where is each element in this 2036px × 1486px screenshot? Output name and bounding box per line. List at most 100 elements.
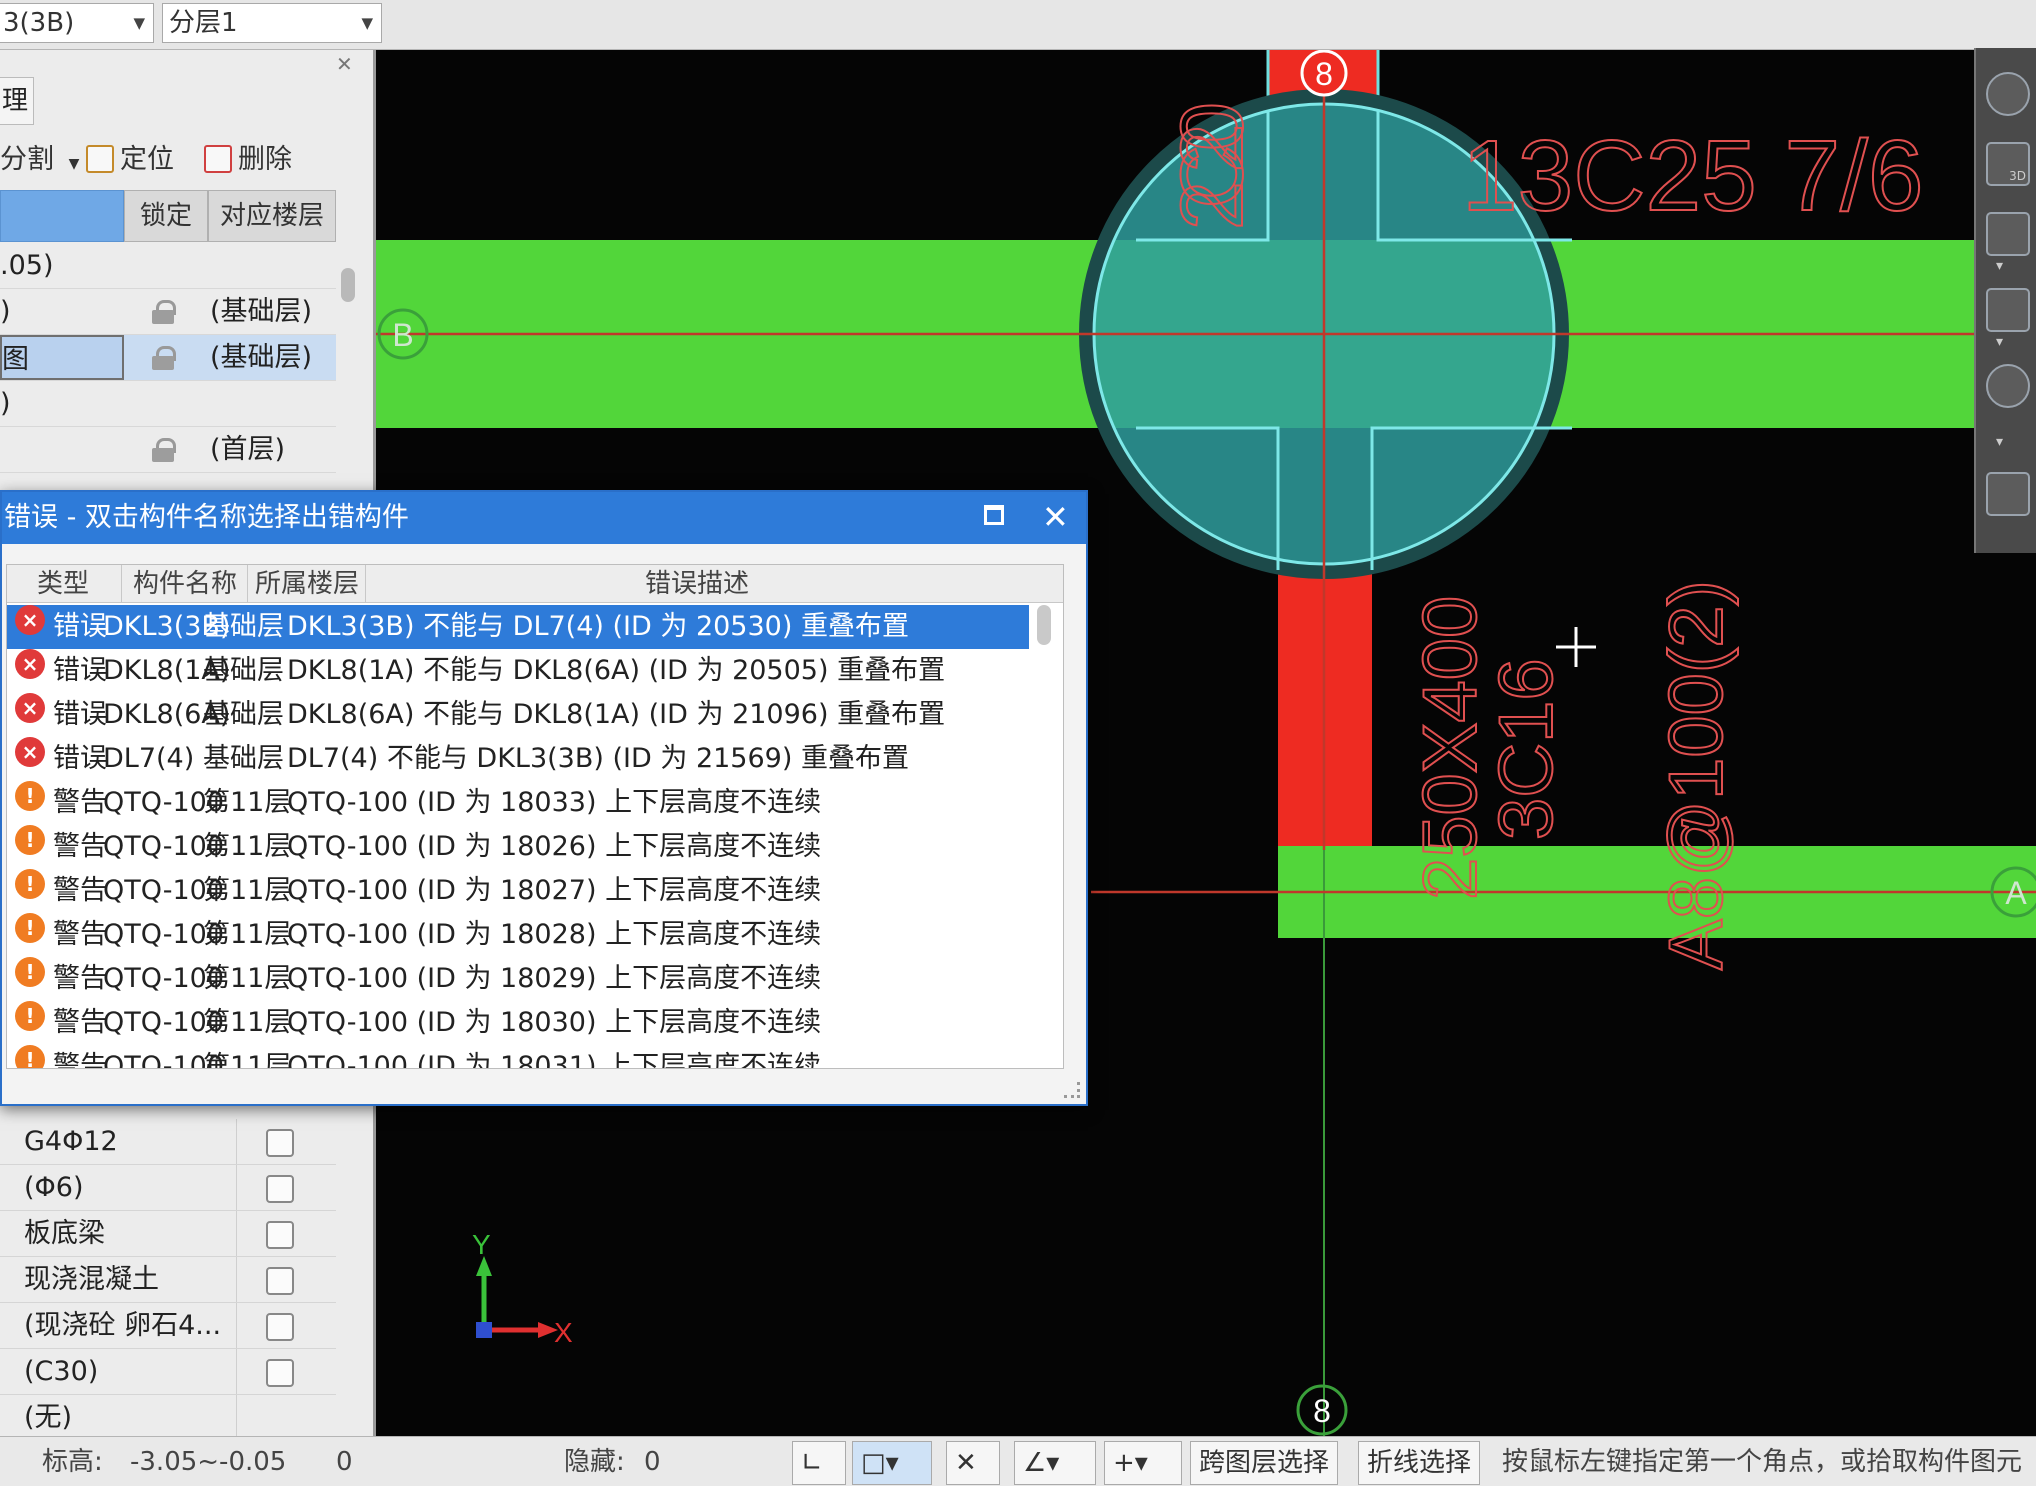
view-toolbar: 3D ▾ ▾ ▾ (1974, 48, 2036, 553)
property-checkbox[interactable] (266, 1129, 294, 1157)
property-row[interactable]: (无) (0, 1395, 336, 1441)
split-button[interactable]: 分割 ▼ (0, 138, 79, 182)
maximize-icon[interactable] (984, 505, 1004, 525)
grid-header-floor[interactable]: 对应楼层 (208, 190, 336, 242)
layer-row[interactable]: (首层) (0, 427, 336, 473)
ortho-icon[interactable]: ∟ (792, 1441, 846, 1485)
error-row[interactable]: × 错误 DKL8(6A) 基础层 DKL8(6A) 不能与 DKL8(1A) (ID … (7, 693, 1029, 737)
error-icon: × (15, 737, 45, 767)
snap-icon[interactable]: +▾ (1104, 1441, 1182, 1485)
property-row[interactable]: (Φ6) (0, 1165, 336, 1211)
error-row[interactable]: ! 警告 QTQ-100 第11层 QTQ-100 (ID 为 18030) 上下层高度… (7, 1001, 1029, 1045)
label-2c20[interactable]: 2C20 (1161, 101, 1262, 231)
error-row[interactable]: ! 警告 QTQ-100 第11层 QTQ-100 (ID 为 18029) 上下层高度… (7, 957, 1029, 1001)
property-checkbox[interactable] (266, 1221, 294, 1249)
property-checkbox[interactable] (266, 1175, 294, 1203)
property-value: G4Φ12 (24, 1126, 118, 1157)
property-row[interactable]: G4Φ12 (0, 1119, 336, 1165)
property-checkbox[interactable] (266, 1267, 294, 1295)
layer-name (0, 427, 124, 472)
error-description: DKL8(1A) 不能与 DKL8(6A) (ID 为 20505) 重叠布置 (287, 655, 946, 686)
property-row[interactable]: 板底梁 (0, 1211, 336, 1257)
delete-button[interactable]: 删除 (204, 138, 292, 182)
error-row[interactable]: ! 警告 QTQ-100 第11层 QTQ-100 (ID 为 18026) 上下层高度… (7, 825, 1029, 869)
layout-icon[interactable] (1986, 472, 2030, 516)
property-value: (Φ6) (24, 1172, 84, 1203)
property-value: 板底梁 (24, 1218, 105, 1249)
grid-header-name[interactable] (0, 190, 124, 242)
error-type: 警告 (53, 919, 107, 950)
resize-grip[interactable] (1064, 1082, 1080, 1098)
chevron-down-icon[interactable]: ▾ (1996, 334, 2008, 350)
scrollbar-thumb[interactable] (341, 268, 355, 302)
polyline-select-button[interactable]: 折线选择 (1358, 1441, 1481, 1485)
error-description: QTQ-100 (ID 为 18031) 上下层高度不连续 (287, 1051, 822, 1069)
front-view-icon[interactable] (1986, 288, 2030, 332)
component-select[interactable]: 3(3B) ▼ (0, 3, 154, 43)
close-icon[interactable]: ✕ (336, 52, 353, 76)
locate-label: 定位 (120, 144, 174, 175)
error-description: QTQ-100 (ID 为 18029) 上下层高度不连续 (287, 963, 822, 994)
close-icon[interactable]: ✕ (1042, 496, 1069, 538)
error-floor: 第11层 (203, 1051, 292, 1069)
chevron-down-icon[interactable]: ▾ (1996, 434, 2008, 450)
header-desc[interactable]: 错误描述 (645, 565, 749, 603)
label-stirrup[interactable]: A8@100(2) (1653, 579, 1740, 971)
hidden-value: 0 (644, 1447, 661, 1477)
property-row[interactable]: (现浇砼 卵石4... (0, 1303, 336, 1349)
layer-floor: (基础层) (210, 296, 313, 327)
rotate-icon[interactable] (1986, 364, 2030, 408)
lock-icon[interactable] (152, 427, 182, 472)
error-dialog[interactable]: 错误 - 双击构件名称选择出错构件 ✕ 类型 构件名称 所属楼层 错误描述 × 错… (0, 490, 1088, 1106)
top-view-icon[interactable] (1986, 212, 2030, 256)
error-row[interactable]: × 错误 DKL8(1A) 基础层 DKL8(1A) 不能与 DKL8(6A) (ID … (7, 649, 1029, 693)
header-floor[interactable]: 所属楼层 (255, 565, 359, 603)
layer-row[interactable]: ) (基础层) (0, 289, 336, 335)
orbit-icon[interactable] (1986, 72, 2030, 116)
error-description: QTQ-100 (ID 为 18027) 上下层高度不连续 (287, 875, 822, 906)
property-value: (现浇砼 卵石4... (24, 1310, 222, 1341)
header-type[interactable]: 类型 (37, 565, 89, 603)
property-checkbox[interactable] (266, 1359, 294, 1387)
panel-tab[interactable]: 理 (0, 77, 34, 125)
warning-icon: ! (15, 957, 45, 987)
select-box-icon[interactable]: □▾ (852, 1441, 932, 1485)
angle-icon[interactable]: ∠▾ (1014, 1441, 1096, 1485)
header-name[interactable]: 构件名称 (133, 565, 237, 603)
grid-header-lock[interactable]: 锁定 (124, 190, 208, 242)
error-type: 警告 (53, 963, 107, 994)
error-type: 错误 (53, 743, 107, 774)
error-row[interactable]: ! 警告 QTQ-100 第11层 QTQ-100 (ID 为 18033) 上下层高度… (7, 781, 1029, 825)
error-row[interactable]: × 错误 DL7(4) 基础层 DL7(4) 不能与 DKL3(3B) (ID 为 21… (7, 737, 1029, 781)
warning-icon: ! (15, 869, 45, 899)
label-3c16[interactable]: 3C16 (1483, 657, 1570, 841)
layer-row[interactable]: .05) (0, 243, 336, 289)
dialog-title[interactable]: 错误 - 双击构件名称选择出错构件 (2, 492, 1086, 544)
layer-select[interactable]: 分层1 ▼ (162, 3, 382, 43)
hidden-label: 隐藏: (564, 1447, 625, 1477)
locate-button[interactable]: 定位 (86, 138, 174, 182)
view-3d-button[interactable]: 3D (1986, 142, 2030, 186)
layer-row[interactable]: ) (0, 381, 336, 427)
ucs-x-label: X (554, 1317, 573, 1348)
error-row[interactable]: ! 警告 QTQ-100 第11层 QTQ-100 (ID 为 18027) 上下层高度… (7, 869, 1029, 913)
error-row[interactable]: ! 警告 QTQ-100 第11层 QTQ-100 (ID 为 18028) 上下层高度… (7, 913, 1029, 957)
error-description: QTQ-100 (ID 为 18026) 上下层高度不连续 (287, 831, 822, 862)
chevron-down-icon[interactable]: ▾ (1996, 258, 2008, 274)
property-checkbox[interactable] (266, 1313, 294, 1341)
label-section[interactable]: 250X400 (1407, 595, 1494, 901)
cross-select-icon[interactable]: ✕ (946, 1441, 1000, 1485)
lock-icon[interactable] (152, 289, 182, 334)
error-row[interactable]: × 错误 DKL3(3B) 基础层 DKL3(3B) 不能与 DL7(4) (ID 为 … (7, 605, 1029, 649)
cross-layer-select-button[interactable]: 跨图层选择 (1190, 1441, 1339, 1485)
property-row[interactable]: (C30) (0, 1349, 336, 1395)
error-row[interactable]: ! 警告 QTQ-100 第11层 QTQ-100 (ID 为 18031) 上下层高度… (7, 1045, 1029, 1069)
scrollbar-thumb[interactable] (1037, 605, 1051, 645)
lock-icon[interactable] (152, 335, 182, 380)
chevron-down-icon: ▼ (68, 156, 80, 172)
elevation-label: 标高: (42, 1447, 103, 1477)
label-13c25[interactable]: 13C25 7/6 (1461, 119, 1924, 233)
layer-row-selected[interactable]: 图 (基础层) (0, 335, 336, 381)
layer-name: ) (0, 388, 11, 419)
property-row[interactable]: 现浇混凝土 (0, 1257, 336, 1303)
